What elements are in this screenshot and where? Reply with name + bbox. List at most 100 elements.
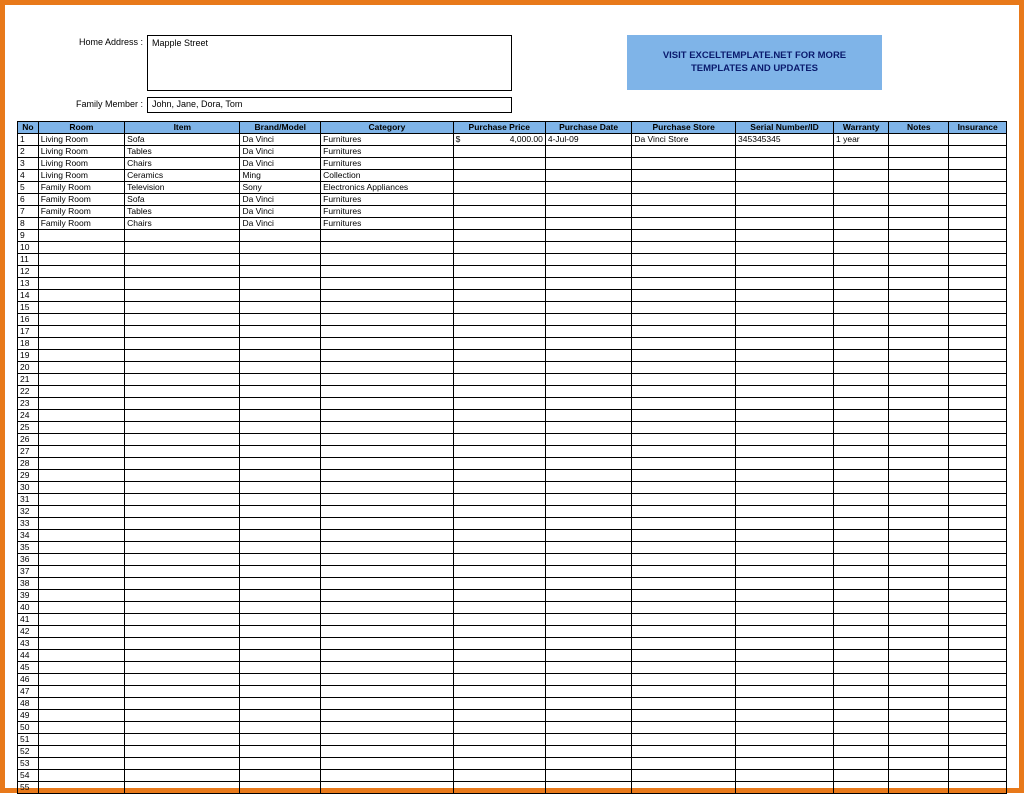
cell-empty[interactable] <box>949 554 1007 566</box>
cell-empty[interactable] <box>240 362 321 374</box>
cell-empty[interactable] <box>632 386 736 398</box>
cell-empty[interactable] <box>125 650 240 662</box>
cell-empty[interactable] <box>834 710 889 722</box>
cell-price[interactable] <box>453 206 545 218</box>
cell-empty[interactable] <box>321 746 454 758</box>
cell-empty[interactable] <box>736 362 834 374</box>
cell-empty[interactable] <box>321 254 454 266</box>
cell-empty[interactable] <box>545 674 631 686</box>
cell-empty[interactable] <box>736 770 834 782</box>
cell-empty[interactable] <box>736 662 834 674</box>
cell-category[interactable]: Electronics Appliances <box>321 182 454 194</box>
cell-empty[interactable] <box>321 398 454 410</box>
cell-serial[interactable] <box>736 146 834 158</box>
cell-empty[interactable] <box>453 506 545 518</box>
cell-empty[interactable] <box>736 578 834 590</box>
cell-empty[interactable] <box>834 542 889 554</box>
cell-empty[interactable] <box>453 242 545 254</box>
cell-empty[interactable] <box>889 590 949 602</box>
cell-serial[interactable] <box>736 182 834 194</box>
cell-price[interactable] <box>453 158 545 170</box>
cell-empty[interactable] <box>453 326 545 338</box>
cell-empty[interactable] <box>321 566 454 578</box>
cell-empty[interactable] <box>321 470 454 482</box>
cell-empty[interactable] <box>125 578 240 590</box>
cell-empty[interactable] <box>834 386 889 398</box>
cell-empty[interactable] <box>453 626 545 638</box>
cell-empty[interactable] <box>949 614 1007 626</box>
cell-empty[interactable] <box>834 470 889 482</box>
cell-empty[interactable] <box>240 710 321 722</box>
cell-no[interactable]: 19 <box>18 350 39 362</box>
cell-empty[interactable] <box>453 482 545 494</box>
cell-category[interactable]: Furnitures <box>321 134 454 146</box>
cell-no[interactable]: 24 <box>18 410 39 422</box>
cell-empty[interactable] <box>38 230 124 242</box>
cell-empty[interactable] <box>736 470 834 482</box>
cell-empty[interactable] <box>949 338 1007 350</box>
cell-empty[interactable] <box>38 590 124 602</box>
cell-empty[interactable] <box>545 662 631 674</box>
cell-price[interactable] <box>453 218 545 230</box>
header-date[interactable]: Purchase Date <box>545 122 631 134</box>
cell-empty[interactable] <box>949 734 1007 746</box>
cell-empty[interactable] <box>545 374 631 386</box>
cell-empty[interactable] <box>545 350 631 362</box>
cell-empty[interactable] <box>736 530 834 542</box>
cell-empty[interactable] <box>889 374 949 386</box>
cell-empty[interactable] <box>125 662 240 674</box>
cell-empty[interactable] <box>632 458 736 470</box>
cell-empty[interactable] <box>240 674 321 686</box>
cell-date[interactable] <box>545 170 631 182</box>
cell-no[interactable]: 28 <box>18 458 39 470</box>
cell-empty[interactable] <box>949 710 1007 722</box>
cell-empty[interactable] <box>453 578 545 590</box>
cell-empty[interactable] <box>38 686 124 698</box>
cell-empty[interactable] <box>321 758 454 770</box>
cell-empty[interactable] <box>453 518 545 530</box>
cell-brand[interactable]: Da Vinci <box>240 158 321 170</box>
cell-item[interactable]: Tables <box>125 206 240 218</box>
cell-item[interactable]: Television <box>125 182 240 194</box>
cell-empty[interactable] <box>632 602 736 614</box>
cell-empty[interactable] <box>736 458 834 470</box>
cell-empty[interactable] <box>736 506 834 518</box>
cell-empty[interactable] <box>889 446 949 458</box>
cell-empty[interactable] <box>736 242 834 254</box>
cell-empty[interactable] <box>834 746 889 758</box>
cell-insurance[interactable] <box>949 194 1007 206</box>
cell-empty[interactable] <box>632 326 736 338</box>
cell-empty[interactable] <box>889 518 949 530</box>
cell-empty[interactable] <box>889 542 949 554</box>
cell-empty[interactable] <box>736 254 834 266</box>
cell-empty[interactable] <box>453 782 545 794</box>
cell-brand[interactable]: Ming <box>240 170 321 182</box>
cell-empty[interactable] <box>736 326 834 338</box>
cell-empty[interactable] <box>125 482 240 494</box>
cell-empty[interactable] <box>834 734 889 746</box>
cell-empty[interactable] <box>240 662 321 674</box>
cell-empty[interactable] <box>949 578 1007 590</box>
cell-empty[interactable] <box>321 302 454 314</box>
cell-empty[interactable] <box>834 590 889 602</box>
cell-warranty[interactable] <box>834 146 889 158</box>
cell-item[interactable]: Chairs <box>125 218 240 230</box>
header-price[interactable]: Purchase Price <box>453 122 545 134</box>
cell-no[interactable]: 50 <box>18 722 39 734</box>
cell-empty[interactable] <box>632 590 736 602</box>
cell-empty[interactable] <box>321 482 454 494</box>
cell-empty[interactable] <box>632 542 736 554</box>
cell-empty[interactable] <box>834 230 889 242</box>
cell-empty[interactable] <box>545 746 631 758</box>
cell-insurance[interactable] <box>949 134 1007 146</box>
cell-date[interactable] <box>545 206 631 218</box>
cell-empty[interactable] <box>240 614 321 626</box>
cell-brand[interactable]: Da Vinci <box>240 194 321 206</box>
cell-empty[interactable] <box>240 722 321 734</box>
cell-empty[interactable] <box>321 386 454 398</box>
cell-empty[interactable] <box>545 578 631 590</box>
cell-empty[interactable] <box>38 386 124 398</box>
cell-empty[interactable] <box>545 290 631 302</box>
cell-empty[interactable] <box>453 674 545 686</box>
cell-empty[interactable] <box>889 686 949 698</box>
